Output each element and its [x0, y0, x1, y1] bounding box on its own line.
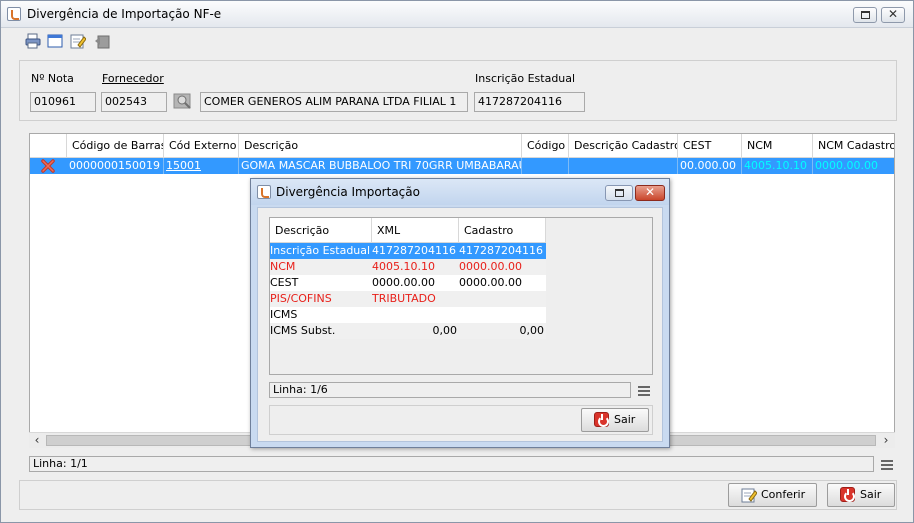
- dialog-table[interactable]: Descrição XML Cadastro Inscrição Estadua…: [269, 217, 653, 375]
- nota-field[interactable]: 010961: [30, 92, 96, 112]
- cell-cadastro: 0,00: [519, 324, 545, 337]
- dialog-restore-button[interactable]: [605, 185, 633, 201]
- close-icon: ✕: [887, 7, 899, 21]
- dialog-title: Divergência Importação: [276, 185, 420, 199]
- divergence-dialog: Divergência Importação ✕ Descrição XML C…: [250, 178, 670, 448]
- table-row[interactable]: NCM 4005.10.10 0000.00.00: [270, 259, 546, 275]
- col-barcode[interactable]: Código de Barras: [67, 134, 164, 158]
- nota-label: Nº Nota: [31, 72, 74, 85]
- fornecedor-name-field[interactable]: COMER GENEROS ALIM PARANA LTDA FILIAL 1: [200, 92, 468, 112]
- scroll-left-icon[interactable]: ‹: [30, 433, 44, 448]
- dialog-table-header: Descrição XML Cadastro: [270, 218, 546, 243]
- cell-descricao: CEST: [270, 276, 299, 289]
- dialog-close-button[interactable]: ✕: [635, 185, 665, 201]
- col-descricao-cadastro[interactable]: Descrição Cadastro: [569, 134, 678, 158]
- table-row[interactable]: ICMS: [270, 307, 546, 323]
- col-cod-externo[interactable]: Cód Externo: [164, 134, 239, 158]
- dialog-menu-icon[interactable]: [638, 386, 650, 396]
- restore-icon: [615, 189, 624, 197]
- cell-descricao: GOMA MASCAR BUBBALOO TRI 70GRR UMBABARAU…: [241, 158, 522, 174]
- cell-descricao: PIS/COFINS: [270, 292, 332, 305]
- cell-descricao: ICMS: [270, 308, 298, 321]
- grid-header: Código de Barras Cód Externo Descrição C…: [30, 134, 894, 158]
- cell-xml: 4005.10.10: [372, 260, 435, 273]
- delete-icon[interactable]: [41, 159, 55, 173]
- sair-button[interactable]: Sair: [827, 483, 895, 507]
- cell-cod-externo[interactable]: 15001: [164, 158, 239, 174]
- dialog-title-bar: Divergência Importação ✕: [251, 179, 669, 205]
- export-icon[interactable]: [94, 33, 110, 49]
- cell-xml: 0000.00.00: [372, 276, 435, 289]
- cell-xml: 0,00: [432, 324, 458, 337]
- restore-button[interactable]: [853, 7, 877, 23]
- table-row[interactable]: PIS/COFINS TRIBUTADO: [270, 291, 546, 307]
- cell-xml: TRIBUTADO: [372, 292, 436, 305]
- edit-icon[interactable]: [70, 33, 86, 49]
- ie-label: Inscrição Estadual: [475, 72, 576, 85]
- dialog-sair-label: Sair: [614, 413, 636, 426]
- cell-descricao: NCM: [270, 260, 296, 273]
- cell-barcode: 0000000150019: [67, 158, 164, 174]
- power-icon: [840, 487, 855, 502]
- lookup-icon[interactable]: [173, 92, 193, 112]
- dialog-footer: Sair: [269, 405, 653, 435]
- title-bar: Divergência de Importação NF-e ✕: [1, 1, 913, 28]
- cell-ncm-cadastro: 0000.00.00: [815, 159, 878, 172]
- java-app-icon: [7, 7, 21, 21]
- cell-cadastro: 0000.00.00: [459, 260, 522, 273]
- cell-cadastro: 417287204116: [459, 244, 543, 257]
- cell-cest: 00.000.00: [678, 158, 742, 174]
- java-app-icon: [257, 185, 271, 199]
- table-row[interactable]: CEST 0000.00.00 0000.00.00: [270, 275, 546, 291]
- col-ncm-cadastro[interactable]: NCM Cadastro: [813, 134, 894, 158]
- cell-cadastro: 0000.00.00: [459, 276, 522, 289]
- table-row[interactable]: ICMS Subst. 0,00 0,00: [270, 323, 546, 339]
- scroll-right-icon[interactable]: ›: [879, 433, 893, 448]
- dialog-sair-button[interactable]: Sair: [581, 408, 649, 432]
- sair-label: Sair: [860, 488, 882, 501]
- print-icon[interactable]: [25, 33, 41, 49]
- window-icon[interactable]: [47, 33, 63, 49]
- cell-xml: [372, 307, 459, 323]
- menu-icon[interactable]: [881, 460, 893, 470]
- fornecedor-link[interactable]: Fornecedor: [102, 72, 164, 85]
- close-icon: ✕: [644, 185, 656, 199]
- conferir-button[interactable]: Conferir: [728, 483, 817, 507]
- dialog-body: Descrição XML Cadastro Inscrição Estadua…: [257, 207, 663, 442]
- power-icon: [594, 412, 609, 427]
- col-descricao[interactable]: Descrição: [239, 134, 522, 158]
- cell-descricao: Inscrição Estadual: [270, 244, 371, 257]
- table-row[interactable]: Inscrição Estadual 417287204116 41728720…: [270, 243, 546, 259]
- col-ncm[interactable]: NCM: [742, 134, 813, 158]
- col-xml[interactable]: XML: [372, 218, 459, 243]
- table-row[interactable]: 0000000150019 15001 GOMA MASCAR BUBBALOO…: [30, 158, 894, 174]
- grid-status: Linha: 1/1: [29, 456, 874, 472]
- col-action[interactable]: [30, 134, 67, 158]
- col-cest[interactable]: CEST: [678, 134, 742, 158]
- close-button[interactable]: ✕: [881, 7, 905, 23]
- dialog-status: Linha: 1/6: [269, 382, 631, 398]
- col-cadastro[interactable]: Cadastro: [459, 218, 546, 243]
- col-descricao[interactable]: Descrição: [270, 218, 372, 243]
- conferir-icon: [741, 488, 757, 503]
- cell-xml: 417287204116: [372, 244, 456, 257]
- conferir-label: Conferir: [761, 488, 806, 501]
- cell-descricao: ICMS Subst.: [270, 324, 336, 337]
- cell-codigo: [522, 158, 569, 174]
- cell-ncm: 4005.10.10: [742, 158, 813, 174]
- restore-icon: [861, 11, 870, 19]
- window-title: Divergência de Importação NF-e: [27, 7, 222, 21]
- cell-cadastro: [459, 291, 546, 307]
- cell-descricao-cadastro: [569, 158, 678, 174]
- fornecedor-code-field[interactable]: 002543: [101, 92, 167, 112]
- col-codigo[interactable]: Código: [522, 134, 569, 158]
- ie-field[interactable]: 417287204116: [474, 92, 585, 112]
- cell-cadastro: [459, 307, 546, 323]
